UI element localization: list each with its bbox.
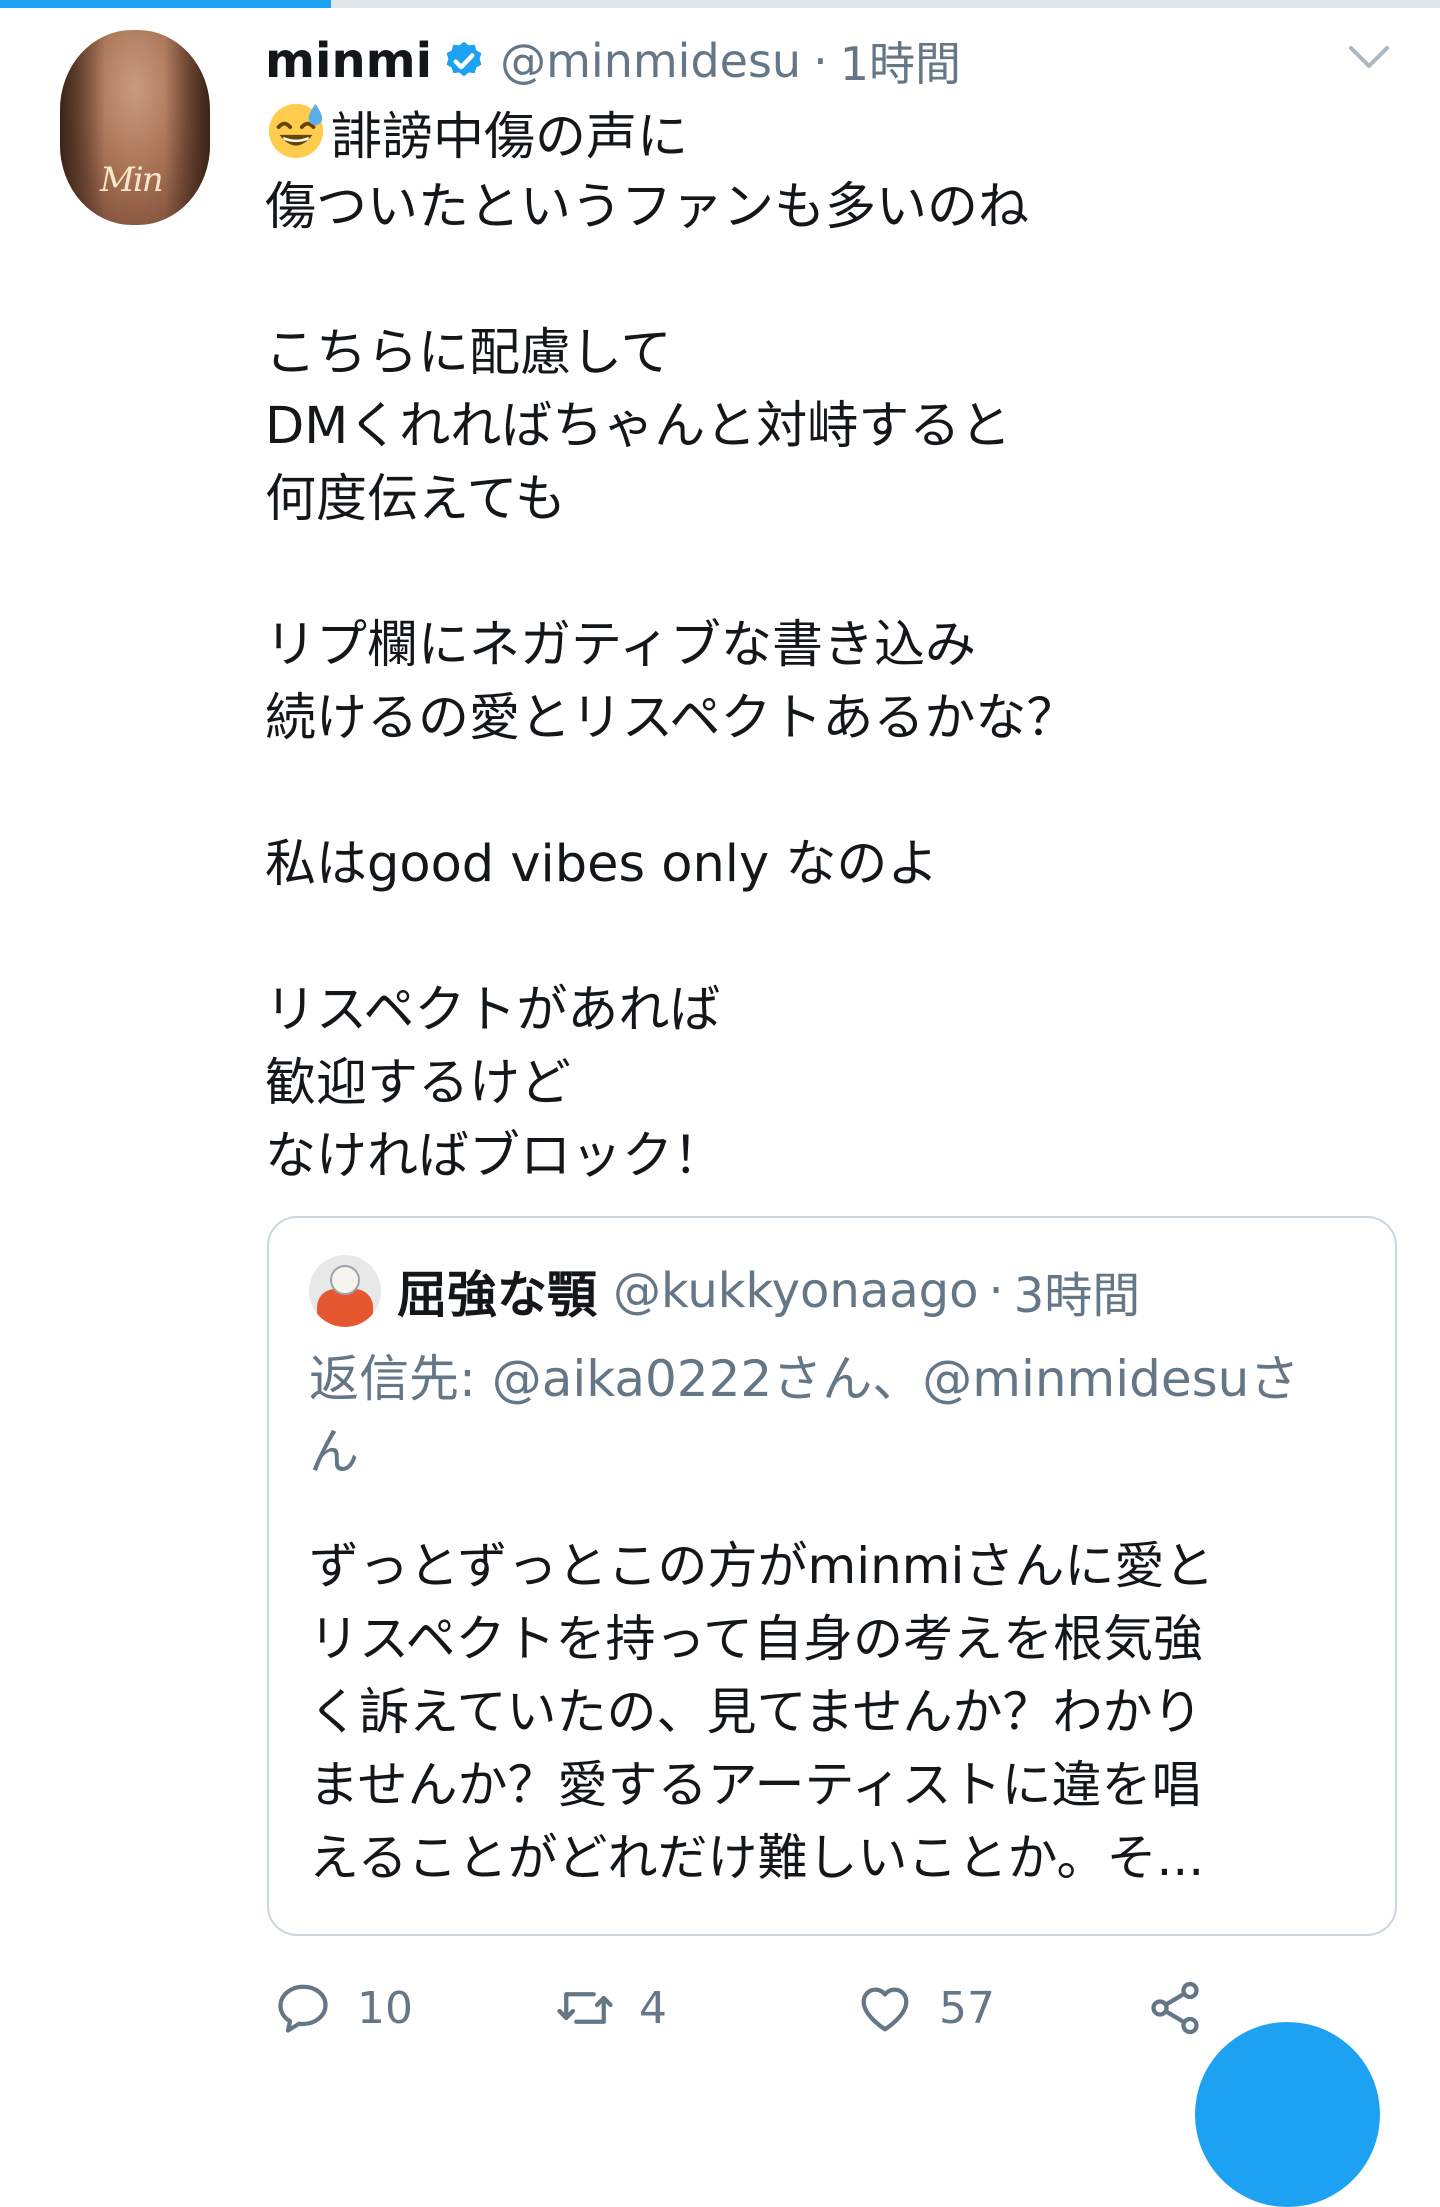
tweet-line: 傷ついたというファンも多いのね — [265, 178, 1029, 237]
reply-to-text: 返信先: @aika0222さん、@minmidesuさ — [309, 1350, 1300, 1408]
retweet-button[interactable]: 4 — [555, 1968, 667, 2048]
reply-to-line: 返信先: @aika0222さん、@minmidesuさ ん — [309, 1343, 1369, 1489]
reply-button[interactable]: 10 — [273, 1968, 413, 2048]
tweet-header: minmi @minmidesu · 1時間 — [265, 30, 961, 92]
quoted-tweet-line: えることがどれだけ難しいことか。そ... — [309, 1829, 1205, 1887]
loading-progress-track — [0, 0, 1440, 8]
tweet-line: 続けるの愛とリスペクトあるかな？ — [265, 689, 1078, 748]
quoted-header-separator: · — [988, 1263, 1004, 1319]
tweet-line-text: 誹謗中傷の声に — [331, 108, 689, 167]
tweet-line: なければブロック！ — [265, 1127, 725, 1186]
tweet-line: 歓迎するけど — [265, 1054, 572, 1113]
tweet-line: 私はgood vibes only なのよ — [265, 835, 939, 894]
tweet-line: リプ欄にネガティブな書き込み — [265, 616, 976, 675]
tweet-line: こちらに配慮して — [265, 324, 672, 383]
tweet-line: リスペクトがあれば — [265, 981, 721, 1040]
reply-icon — [278, 1984, 328, 2033]
retweet-icon — [557, 1992, 613, 2024]
compose-tweet-button[interactable] — [1195, 2022, 1380, 2207]
tweet-actions: 10 4 57 — [265, 1968, 1395, 2048]
tweet-line — [265, 755, 1395, 828]
quoted-tweet-line: ずっとずっとこの方がminmiさんに愛と — [309, 1537, 1215, 1595]
author-name[interactable]: minmi — [265, 33, 432, 89]
tweet-timestamp[interactable]: 1時間 — [840, 28, 961, 94]
like-button[interactable]: 57 — [855, 1968, 995, 2048]
avatar-signature: Min — [100, 160, 164, 200]
header-separator: · — [813, 34, 828, 88]
quoted-author-avatar — [309, 1255, 381, 1327]
tweet-body: 誹謗中傷の声に 傷ついたというファンも多いのね こちらに配慮して DMくれればち… — [265, 98, 1395, 1193]
quoted-tweet-header: 屈強な顎 @kukkyonaago · 3時間 — [309, 1253, 1140, 1329]
sweat-smile-emoji-icon — [268, 103, 324, 159]
tweet-line: 誹謗中傷の声に — [265, 98, 1395, 171]
tweet-line: DMくれればちゃんと対峙すると — [265, 397, 1012, 456]
quoted-tweet-line: ませんか？愛するアーティストに違を唱 — [309, 1756, 1202, 1814]
quoted-author-name: 屈強な顎 — [397, 1266, 597, 1324]
quoted-tweet-line: リスペクトを持って自身の考えを根気強 — [309, 1610, 1203, 1668]
verified-badge-icon — [446, 41, 482, 77]
tweet-line — [265, 244, 1395, 317]
share-button[interactable] — [1145, 1968, 1205, 2048]
retweet-count: 4 — [639, 1982, 667, 2034]
reply-count: 10 — [357, 1982, 413, 2034]
tweet-line: 何度伝えても — [265, 470, 566, 529]
like-count: 57 — [939, 1982, 995, 2034]
heart-icon — [861, 1987, 909, 2032]
quoted-tweet-body: ずっとずっとこの方がminmiさんに愛と リスペクトを持って自身の考えを根気強 … — [309, 1530, 1369, 1895]
quoted-tweet-timestamp: 3時間 — [1013, 1268, 1141, 1324]
loading-progress-bar — [0, 0, 332, 8]
quoted-tweet-card[interactable]: 屈強な顎 @kukkyonaago · 3時間 返信先: @aika0222さん… — [267, 1216, 1397, 1936]
reply-to-text: ん — [309, 1423, 359, 1481]
tweet-line — [265, 536, 1395, 609]
chevron-down-icon[interactable] — [1345, 40, 1393, 76]
author-avatar[interactable]: Min — [60, 30, 210, 225]
tweet-line — [265, 901, 1395, 974]
quoted-avatar-head — [330, 1265, 360, 1295]
quoted-author-handle: @kukkyonaago — [613, 1263, 979, 1319]
author-handle[interactable]: @minmidesu — [500, 34, 801, 88]
share-icon — [1151, 1981, 1199, 2035]
quoted-tweet-line: く訴えていたの、見てませんか？わかり — [309, 1683, 1203, 1741]
